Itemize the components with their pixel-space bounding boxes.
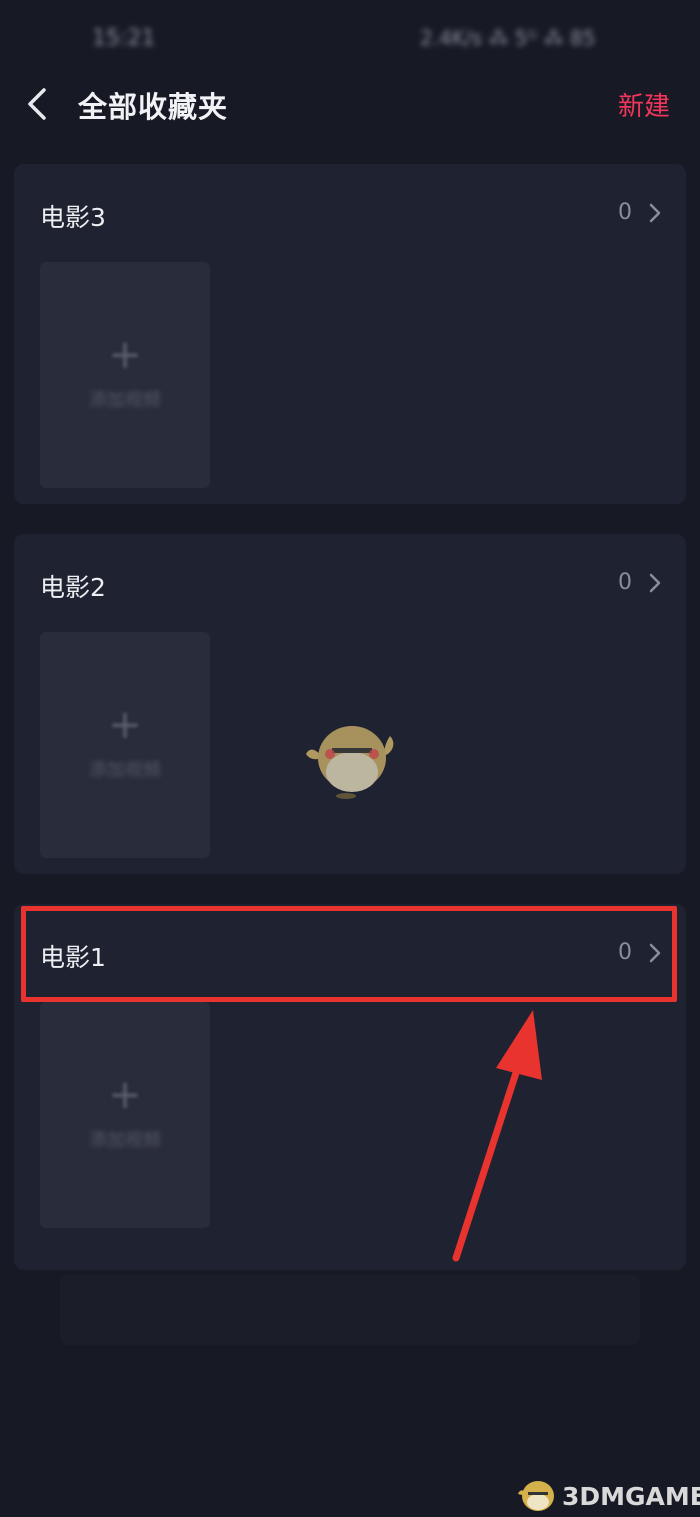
folder-count: 0 bbox=[618, 570, 632, 595]
status-indicators: 2.4K/s ⁂ 5ᴳ ⁂ 85 bbox=[420, 26, 596, 50]
favorites-page: 15:21 2.4K/s ⁂ 5ᴳ ⁂ 85 全部收藏夹 新建 电影3 0 + … bbox=[0, 0, 700, 1517]
annotation-highlight-box bbox=[21, 906, 677, 1002]
folder-title: 电影3 bbox=[40, 203, 106, 232]
add-video-label: 添加视频 bbox=[89, 1130, 161, 1151]
folder-title: 电影2 bbox=[40, 573, 106, 602]
plus-icon: + bbox=[108, 332, 142, 378]
back-chevron-icon bbox=[28, 88, 46, 120]
status-time: 15:21 bbox=[92, 26, 156, 51]
chevron-right-icon bbox=[648, 202, 662, 224]
add-video-tile[interactable]: + 添加视频 bbox=[40, 632, 210, 858]
back-button[interactable] bbox=[20, 84, 56, 124]
add-video-tile[interactable]: + 添加视频 bbox=[40, 262, 210, 488]
folder-card: 电影3 0 + 添加视频 bbox=[14, 164, 686, 504]
add-video-label: 添加视频 bbox=[89, 760, 161, 781]
folder-count: 0 bbox=[618, 200, 632, 225]
new-folder-button[interactable]: 新建 bbox=[618, 86, 670, 123]
watermark: 3DMGAME bbox=[514, 1474, 700, 1514]
plus-icon: + bbox=[108, 702, 142, 748]
page-title: 全部收藏夹 bbox=[78, 90, 229, 124]
add-video-label: 添加视频 bbox=[89, 390, 161, 411]
mascot-bird-icon bbox=[306, 726, 394, 799]
list-end-shadow bbox=[60, 1275, 640, 1345]
chevron-right-icon bbox=[648, 572, 662, 594]
folder-card: 电影2 0 + 添加视频 bbox=[14, 534, 686, 874]
watermark-logo-icon bbox=[518, 1481, 554, 1511]
folder-header-row[interactable]: 电影2 0 bbox=[14, 534, 686, 634]
header: 全部收藏夹 新建 bbox=[0, 72, 700, 136]
folder-header-row[interactable]: 电影3 0 bbox=[14, 164, 686, 264]
watermark-text: 3DMGAME bbox=[562, 1482, 700, 1511]
plus-icon: + bbox=[108, 1072, 142, 1118]
add-video-tile[interactable]: + 添加视频 bbox=[40, 1002, 210, 1228]
status-bar: 15:21 2.4K/s ⁂ 5ᴳ ⁂ 85 bbox=[0, 0, 700, 80]
